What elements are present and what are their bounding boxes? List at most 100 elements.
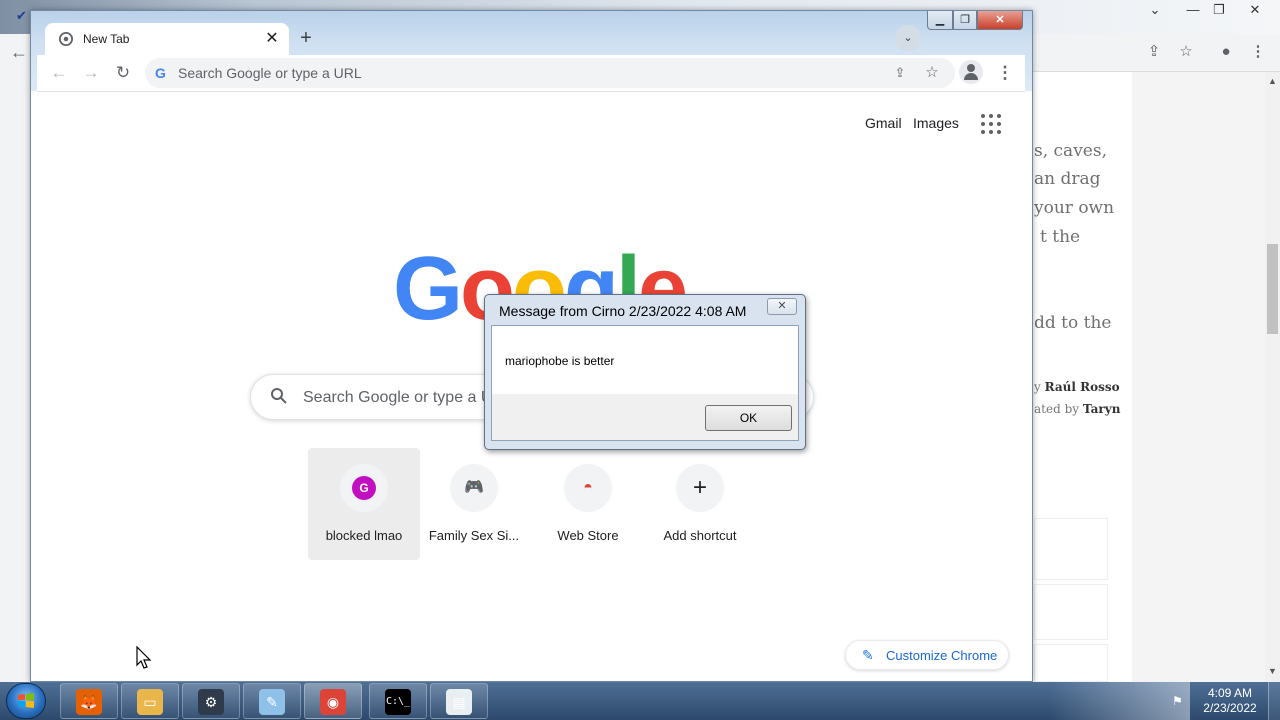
apps-dot bbox=[989, 130, 993, 134]
background-close-button[interactable]: ✕ bbox=[1240, 0, 1270, 20]
address-bar[interactable]: G Search Google or type a URL ⇪ ☆ bbox=[145, 58, 955, 88]
system-clock[interactable]: 4:09 AM 2/23/2022 bbox=[1198, 686, 1262, 716]
share-icon[interactable]: ⇪ bbox=[889, 62, 911, 84]
folder-icon: ▭ bbox=[137, 689, 163, 715]
tab-close-icon[interactable]: ✕ bbox=[261, 28, 283, 50]
maximize-button[interactable]: ❐ bbox=[953, 11, 977, 30]
background-back-icon[interactable]: ← bbox=[10, 42, 28, 63]
search-placeholder: Search Google or type a URL bbox=[303, 389, 513, 406]
dialog-body: mariophobe is better OK bbox=[491, 325, 799, 441]
taskbar-notes-button[interactable]: ✎ bbox=[243, 683, 301, 719]
taskbar-explorer-button[interactable]: ▭ bbox=[121, 683, 179, 719]
google-apps-icon[interactable] bbox=[981, 114, 1001, 134]
windows-logo-icon bbox=[18, 693, 34, 708]
tab-title: New Tab bbox=[83, 32, 130, 46]
add-shortcut-tile[interactable]: + Add shortcut bbox=[644, 448, 756, 560]
document-icon: ▤ bbox=[446, 689, 472, 715]
tool-icon: ⚙ bbox=[198, 689, 224, 715]
background-app-icon: ✔ bbox=[16, 8, 27, 23]
background-card bbox=[1034, 644, 1108, 682]
tab-strip: New Tab ✕ + ⌄ bbox=[37, 19, 1025, 55]
taskbar-cmd-button[interactable]: C:\_ bbox=[369, 683, 427, 719]
g-letter-icon: G bbox=[352, 476, 376, 500]
scroll-up-icon[interactable]: ▲ bbox=[1266, 74, 1279, 88]
firefox-icon: 🦊 bbox=[76, 689, 102, 715]
background-gutter bbox=[1132, 72, 1265, 682]
browser-toolbar: ← → ↻ G Search Google or type a URL ⇪ ☆ … bbox=[37, 55, 1025, 91]
tab-new-tab[interactable]: New Tab ✕ bbox=[45, 23, 289, 55]
customize-chrome-label: Customize Chrome bbox=[886, 648, 998, 663]
profile-body bbox=[964, 73, 978, 80]
clock-date: 2/23/2022 bbox=[1203, 701, 1257, 715]
taskbar-viewer-button[interactable]: ▤ bbox=[430, 683, 488, 719]
customize-chrome-button[interactable]: ✎ Customize Chrome bbox=[845, 640, 1009, 670]
tab-search-icon[interactable]: ⌄ bbox=[895, 25, 921, 51]
chrome-menu-icon[interactable]: ⋮ bbox=[993, 59, 1017, 87]
background-card bbox=[1034, 584, 1108, 640]
background-text-line: your own bbox=[1034, 198, 1115, 218]
shortcut-label: blocked lmao bbox=[325, 528, 403, 543]
pencil-icon: ✎ bbox=[862, 647, 874, 663]
new-tab-button[interactable]: + bbox=[293, 25, 319, 51]
gmail-link[interactable]: Gmail bbox=[865, 115, 902, 131]
chrome-icon: ◉ bbox=[320, 689, 346, 715]
reload-icon[interactable]: ↻ bbox=[109, 59, 137, 87]
shortcut-tile[interactable]: 🎮 Family Sex Si... bbox=[418, 448, 530, 560]
background-share-icon[interactable]: ⇪ bbox=[1142, 40, 1166, 64]
apps-dot bbox=[997, 130, 1001, 134]
apps-dot bbox=[981, 122, 985, 126]
shortcut-icon: G bbox=[340, 464, 388, 512]
background-maximize-button[interactable]: ❐ bbox=[1204, 0, 1234, 20]
dialog-close-icon[interactable]: ✕ bbox=[767, 298, 797, 315]
taskbar-firefox-button[interactable]: 🦊 bbox=[60, 683, 118, 719]
window-controls: ▁ ❐ ✕ bbox=[927, 11, 1027, 33]
apps-dot bbox=[997, 122, 1001, 126]
message-dialog: Message from Cirno 2/23/2022 4:08 AM ✕ m… bbox=[484, 294, 806, 450]
background-byline-author: y Raúl Rosso bbox=[1034, 380, 1120, 394]
taskbar-tool-button[interactable]: ⚙ bbox=[182, 683, 240, 719]
background-card bbox=[1034, 518, 1108, 580]
taskbar: 🦊 ▭ ⚙ ✎ ◉ C:\_ ▤ ⚑ 4:09 AM 2/23/2022 bbox=[0, 682, 1280, 720]
shortcut-tile[interactable]: G blocked lmao bbox=[308, 448, 420, 560]
background-star-icon[interactable]: ☆ bbox=[1174, 40, 1198, 64]
tray-area bbox=[1050, 682, 1190, 720]
taskbar-chrome-button[interactable]: ◉ bbox=[304, 683, 362, 719]
background-dropdown-icon[interactable]: ⌄ bbox=[1140, 0, 1170, 20]
shortcut-label: Web Store bbox=[557, 528, 619, 543]
logo-letter: G bbox=[393, 239, 463, 339]
forward-icon[interactable]: → bbox=[77, 59, 105, 87]
ok-button[interactable]: OK bbox=[705, 405, 792, 431]
window-frame: New Tab ✕ + ⌄ ▁ ❐ ✕ ← → ↻ G Search Googl… bbox=[31, 11, 1032, 91]
background-scrollbar[interactable] bbox=[1265, 72, 1280, 682]
back-icon[interactable]: ← bbox=[45, 59, 73, 87]
minimize-button[interactable]: ▁ bbox=[927, 11, 953, 30]
shortcut-tile[interactable]: ◓ Web Store bbox=[532, 448, 644, 560]
show-desktop-button[interactable] bbox=[1268, 682, 1280, 720]
gamepad-icon: 🎮 bbox=[450, 464, 498, 512]
background-text-line: dd to the bbox=[1034, 313, 1112, 333]
notes-icon: ✎ bbox=[259, 689, 285, 715]
background-text-line: t the bbox=[1040, 227, 1081, 247]
google-g-icon: G bbox=[155, 65, 166, 81]
clock-time: 4:09 AM bbox=[1207, 686, 1253, 700]
apps-dot bbox=[981, 130, 985, 134]
background-menu-icon[interactable]: ⋮ bbox=[1246, 40, 1270, 64]
plus-icon: + bbox=[676, 464, 724, 512]
apps-dot bbox=[981, 114, 985, 118]
close-window-button[interactable]: ✕ bbox=[977, 11, 1023, 30]
start-button[interactable] bbox=[6, 683, 46, 719]
images-link[interactable]: Images bbox=[913, 115, 959, 131]
address-bar-placeholder: Search Google or type a URL bbox=[178, 65, 362, 81]
dialog-message-area: mariophobe is better bbox=[492, 326, 798, 394]
dialog-title: Message from Cirno 2/23/2022 4:08 AM bbox=[499, 303, 747, 319]
background-profile-icon[interactable]: ● bbox=[1214, 40, 1238, 64]
action-center-icon[interactable]: ⚑ bbox=[1172, 694, 1186, 708]
profile-avatar-icon[interactable] bbox=[959, 60, 983, 84]
bookmark-star-icon[interactable]: ☆ bbox=[921, 62, 943, 84]
chrome-favicon-icon bbox=[59, 32, 73, 46]
apps-dot bbox=[989, 122, 993, 126]
search-icon bbox=[271, 388, 287, 404]
scroll-down-icon[interactable]: ▼ bbox=[1266, 664, 1279, 678]
mouse-cursor-icon bbox=[136, 646, 152, 669]
background-scroll-thumb[interactable] bbox=[1267, 244, 1278, 334]
